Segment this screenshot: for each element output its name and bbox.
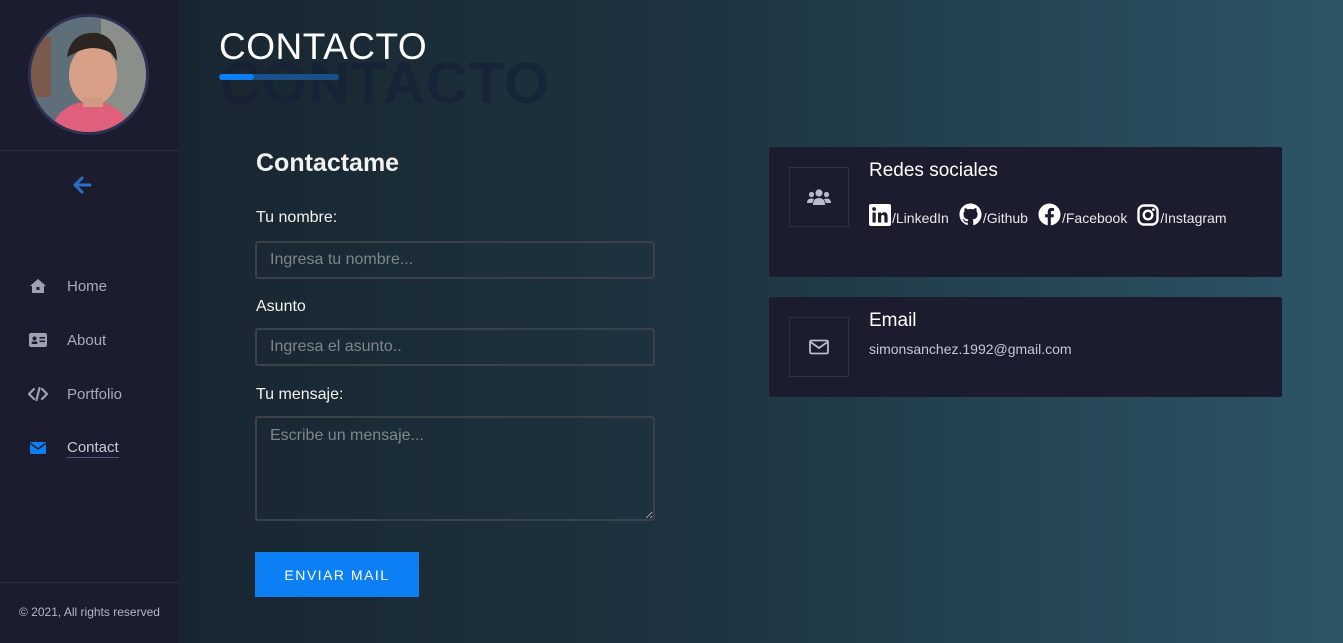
sidebar-item-contact[interactable]: Contact [28,436,119,460]
linkedin-label: /LinkedIn [892,209,949,226]
email-card-title: Email [869,310,917,331]
home-icon [28,276,48,296]
email-address[interactable]: simonsanchez.1992@gmail.com [869,341,1072,357]
subject-label: Asunto [256,298,306,315]
name-input[interactable] [255,241,655,279]
arrow-left-icon [73,176,92,194]
form-title: Contactame [256,149,400,177]
envelope-outline-icon [809,339,829,355]
sidebar-item-portfolio[interactable]: Portfolio [28,382,122,406]
sidebar-item-label: About [67,331,107,349]
code-icon [28,384,48,404]
message-textarea[interactable] [255,416,655,521]
users-icon [807,189,831,205]
collapse-sidebar-button[interactable] [70,172,96,198]
sidebar: Home About Portfolio Contact © 2021, All… [0,0,179,643]
email-card: Email simonsanchez.1992@gmail.com [769,297,1282,397]
copyright-text: © 2021, All rights reserved [19,605,160,619]
id-card-icon [28,330,48,350]
profile-photo [31,17,146,132]
send-mail-button[interactable]: ENVIAR MAIL [255,552,419,597]
github-label: /Github [982,210,1028,226]
envelope-icon [28,438,48,458]
title-underline [219,74,339,80]
sidebar-item-about[interactable]: About [28,328,106,352]
card-icon-box [789,167,849,227]
sidebar-item-label: Contact [67,438,119,458]
social-card: Redes sociales /LinkedIn /Github /Facebo… [769,147,1282,277]
sidebar-item-label: Portfolio [67,385,123,403]
instagram-icon [1137,203,1160,226]
github-link[interactable]: /Github [959,203,1028,226]
linkedin-link[interactable]: /LinkedIn [869,203,949,226]
facebook-label: /Facebook [1061,210,1128,226]
name-label: Tu nombre: [256,209,338,226]
instagram-link[interactable]: /Instagram [1137,203,1227,226]
facebook-icon [1038,203,1061,226]
subject-input[interactable] [255,328,655,366]
page-title: CONTACTO [219,26,428,67]
card-icon-box [789,317,849,377]
main-content: CONTACTO CONTACTO Contactame Tu nombre: … [179,0,1343,643]
social-card-title: Redes sociales [869,160,998,181]
sidebar-item-home[interactable]: Home [28,274,107,298]
facebook-link[interactable]: /Facebook [1038,203,1127,226]
github-icon [959,203,982,226]
linkedin-icon [869,203,891,226]
sidebar-divider [0,582,179,583]
message-label: Tu mensaje: [256,386,344,403]
avatar [28,14,149,135]
social-links: /LinkedIn /Github /Facebook /Instagram [869,203,1236,226]
sidebar-item-label: Home [67,277,108,295]
sidebar-divider [0,150,179,151]
instagram-label: /Instagram [1160,209,1227,226]
